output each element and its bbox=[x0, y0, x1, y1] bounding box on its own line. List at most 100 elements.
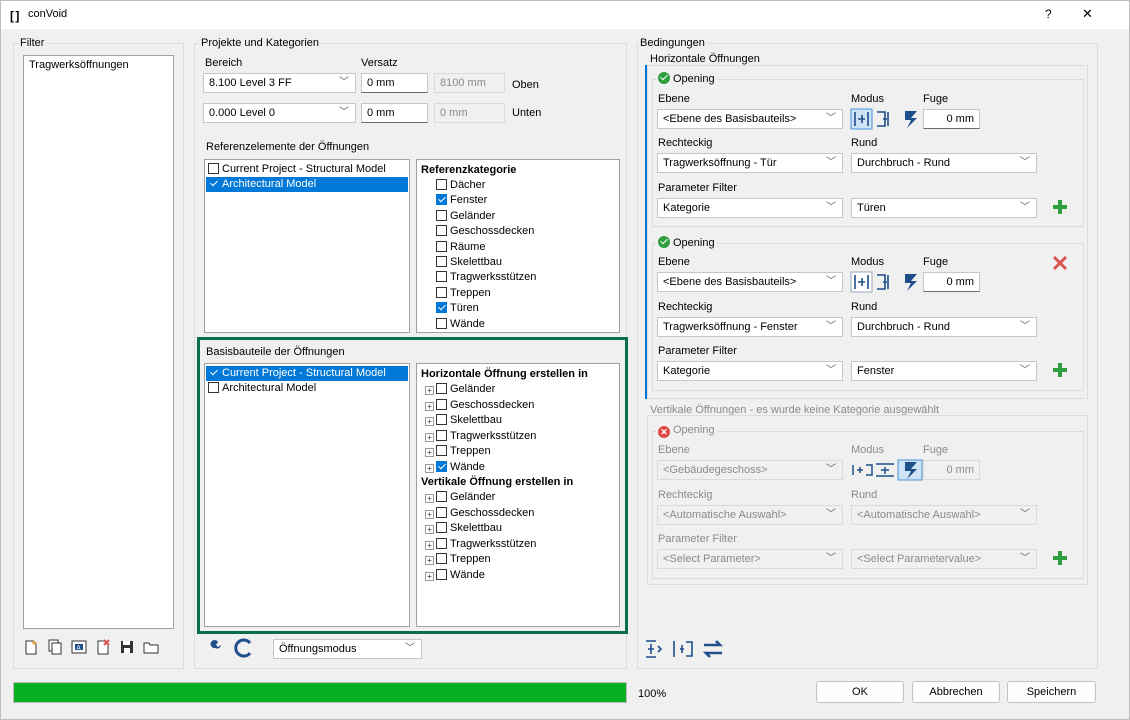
expand-icon[interactable]: + bbox=[425, 494, 434, 503]
expand-icon[interactable]: + bbox=[425, 525, 434, 534]
horizontal-category-item[interactable]: + Geländer bbox=[425, 382, 495, 397]
horizontal-category-item[interactable]: + Tragwerksstützen bbox=[425, 429, 536, 444]
filter-item[interactable]: Tragwerksöffnungen bbox=[29, 58, 129, 73]
rectangular-type-select[interactable]: Tragwerksöffnung - Tür ﹀ bbox=[657, 153, 843, 173]
checkbox[interactable] bbox=[436, 209, 447, 221]
horizontal-layout-icon[interactable] bbox=[642, 638, 664, 663]
top-offset-input[interactable]: 0 mm bbox=[361, 73, 428, 93]
ref-category-item[interactable]: Wände bbox=[436, 317, 485, 332]
ref-model-item[interactable]: Current Project - Structural Model bbox=[206, 162, 408, 177]
expand-icon[interactable]: + bbox=[425, 509, 434, 519]
bottom-level-select[interactable]: 0.000 Level 0 ﹀ bbox=[203, 103, 356, 123]
ref-category-item[interactable]: Treppen bbox=[436, 286, 491, 301]
ref-category-item[interactable]: Skelettbau bbox=[436, 255, 502, 270]
horizontal-category-item[interactable]: + Geschossdecken bbox=[425, 398, 534, 413]
ok-button[interactable]: OK bbox=[816, 681, 904, 703]
vertical-category-item[interactable]: + Skelettbau bbox=[425, 521, 502, 536]
ebene-select[interactable]: <Ebene des Basisbauteils> ﹀ bbox=[657, 272, 843, 292]
horizontal-category-item[interactable]: + Wände bbox=[425, 460, 485, 475]
round-type-select[interactable]: Durchbruch - Rund ﹀ bbox=[851, 153, 1037, 173]
checkbox[interactable] bbox=[436, 398, 447, 410]
ref-category-item[interactable]: Fenster bbox=[436, 193, 487, 208]
checkbox[interactable] bbox=[436, 179, 447, 190]
checkbox[interactable] bbox=[436, 460, 447, 472]
round-type-select[interactable]: Durchbruch - Rund ﹀ bbox=[851, 317, 1037, 337]
fuge-input[interactable]: 0 mm bbox=[923, 272, 980, 292]
ref-model-item[interactable]: Architectural Model bbox=[206, 177, 408, 192]
checkbox[interactable] bbox=[436, 302, 447, 314]
checkbox[interactable] bbox=[208, 367, 219, 378]
swap-icon[interactable] bbox=[701, 638, 725, 663]
refresh-icon[interactable] bbox=[233, 637, 255, 662]
mode-horizontal-button[interactable] bbox=[850, 271, 898, 296]
checkbox[interactable] bbox=[436, 256, 447, 267]
vertical-category-item[interactable]: + Wände bbox=[425, 568, 485, 583]
expand-icon[interactable]: + bbox=[425, 432, 434, 442]
ebene-select[interactable]: <Ebene des Basisbauteils> ﹀ bbox=[657, 109, 843, 129]
save-filter-icon[interactable] bbox=[119, 639, 135, 658]
base-model-item[interactable]: Architectural Model bbox=[206, 381, 408, 396]
checkbox[interactable] bbox=[436, 429, 447, 441]
checkbox[interactable] bbox=[436, 445, 447, 456]
vertical-category-item[interactable]: + Geschossdecken bbox=[425, 506, 534, 521]
fuge-input[interactable]: 0 mm bbox=[923, 109, 980, 129]
ref-categories-list[interactable]: Referenzkategorie Dächer Fenster Geländer G… bbox=[416, 159, 620, 333]
mode-break-icon[interactable] bbox=[903, 271, 919, 296]
checkbox[interactable] bbox=[208, 382, 219, 393]
rectangular-type-select[interactable]: Tragwerksöffnung - Fenster ﹀ bbox=[657, 317, 843, 337]
param-filter-select[interactable]: Kategorie ﹀ bbox=[657, 361, 843, 381]
ref-category-item[interactable]: Türen bbox=[436, 301, 479, 316]
checkbox[interactable] bbox=[436, 553, 447, 564]
expand-icon[interactable]: + bbox=[425, 417, 434, 426]
param-filter-select[interactable]: Kategorie ﹀ bbox=[657, 198, 843, 218]
copy-filter-icon[interactable] bbox=[47, 639, 63, 658]
checkbox[interactable] bbox=[436, 491, 447, 502]
wrench-icon[interactable] bbox=[204, 639, 224, 662]
checkbox[interactable] bbox=[436, 194, 447, 206]
expand-icon[interactable]: + bbox=[425, 448, 434, 457]
expand-icon[interactable]: + bbox=[425, 556, 434, 565]
checkbox[interactable] bbox=[436, 240, 447, 252]
expand-icon[interactable]: + bbox=[425, 386, 434, 395]
delete-filter-icon[interactable] bbox=[95, 639, 111, 658]
cancel-button[interactable]: Abbrechen bbox=[912, 681, 1000, 703]
param-value-select[interactable]: Fenster ﹀ bbox=[851, 361, 1037, 381]
mode-break-icon[interactable] bbox=[903, 108, 919, 133]
checkbox[interactable] bbox=[436, 383, 447, 394]
checkbox[interactable] bbox=[436, 522, 447, 533]
vertical-layout-icon[interactable] bbox=[671, 638, 695, 663]
vertical-category-item[interactable]: + Geländer bbox=[425, 490, 495, 505]
new-filter-icon[interactable] bbox=[23, 639, 39, 658]
checkbox[interactable] bbox=[436, 506, 447, 518]
ref-category-item[interactable]: Dächer bbox=[436, 178, 485, 193]
ref-category-item[interactable]: Räume bbox=[436, 240, 485, 255]
expand-icon[interactable]: + bbox=[425, 571, 434, 581]
checkbox[interactable] bbox=[436, 317, 447, 329]
ref-category-item[interactable]: Geschossdecken bbox=[436, 224, 534, 239]
base-models-list[interactable]: Current Project - Structural Model Archi… bbox=[204, 363, 410, 627]
delete-opening-icon[interactable] bbox=[1052, 255, 1068, 274]
add-opening-icon[interactable] bbox=[1051, 198, 1069, 219]
opening-mode-select[interactable]: Öffnungsmodus ﹀ bbox=[273, 639, 422, 659]
add-opening-icon[interactable] bbox=[1051, 361, 1069, 382]
expand-icon[interactable]: + bbox=[425, 463, 434, 473]
close-button[interactable]: ✕ bbox=[1082, 6, 1093, 22]
checkbox[interactable] bbox=[436, 225, 447, 237]
open-folder-icon[interactable] bbox=[143, 639, 159, 658]
ref-models-list[interactable]: Current Project - Structural Model Archi… bbox=[204, 159, 410, 333]
checkbox[interactable] bbox=[436, 568, 447, 580]
horizontal-category-item[interactable]: + Treppen bbox=[425, 444, 491, 459]
checkbox[interactable] bbox=[436, 537, 447, 549]
checkbox[interactable] bbox=[208, 178, 219, 189]
mode-horizontal-button[interactable] bbox=[850, 108, 898, 133]
add-opening-icon[interactable] bbox=[1051, 549, 1069, 570]
base-model-item[interactable]: Current Project - Structural Model bbox=[206, 366, 408, 381]
horizontal-category-item[interactable]: + Skelettbau bbox=[425, 413, 502, 428]
help-button[interactable]: ? bbox=[1045, 7, 1052, 21]
param-value-select[interactable]: Türen ﹀ bbox=[851, 198, 1037, 218]
save-button[interactable]: Speichern bbox=[1007, 681, 1096, 703]
checkbox[interactable] bbox=[436, 271, 447, 283]
checkbox[interactable] bbox=[208, 163, 219, 174]
base-categories-tree[interactable]: Horizontale Öffnung erstellen in + Geländ… bbox=[416, 363, 620, 627]
expand-icon[interactable]: + bbox=[425, 540, 434, 550]
